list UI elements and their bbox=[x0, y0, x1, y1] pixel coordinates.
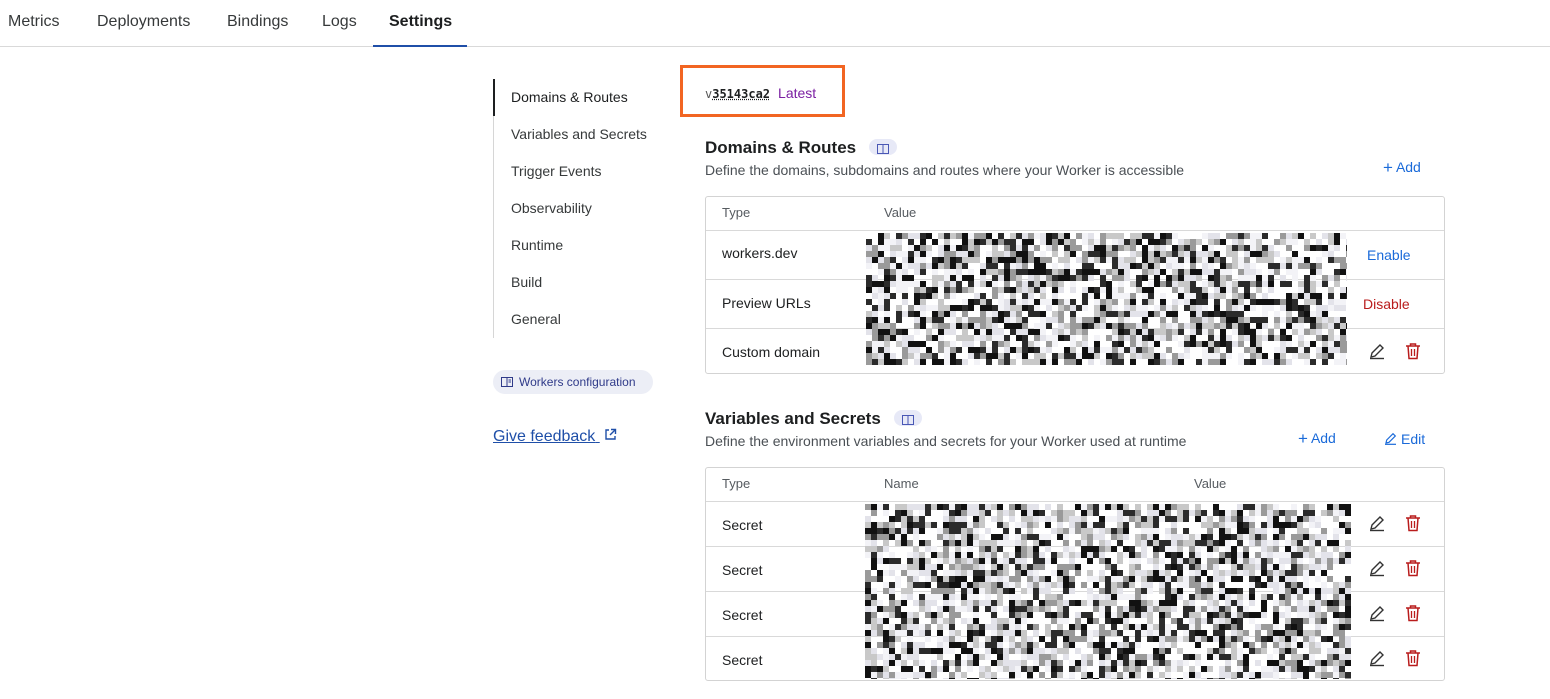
tab-metrics[interactable]: Metrics bbox=[8, 0, 60, 47]
pencil-icon[interactable] bbox=[1368, 649, 1388, 669]
domains-description: Define the domains, subdomains and route… bbox=[705, 162, 1185, 178]
column-header-type: Type bbox=[722, 476, 751, 491]
subnav-item-runtime[interactable]: Runtime bbox=[493, 227, 658, 264]
disable-button[interactable]: Disable bbox=[1363, 296, 1410, 312]
redacted-value bbox=[865, 504, 1351, 679]
docs-book-icon[interactable] bbox=[868, 138, 897, 155]
latest-badge: Latest bbox=[778, 85, 817, 101]
pencil-icon[interactable] bbox=[1368, 342, 1388, 362]
subnav-item-domains-routes[interactable]: Domains & Routes bbox=[493, 79, 658, 116]
row-type: workers.dev bbox=[722, 245, 798, 261]
add-variable-label: Add bbox=[1310, 430, 1336, 446]
column-header-value: Value bbox=[884, 205, 917, 220]
subnav-item-variables-secrets[interactable]: Variables and Secrets bbox=[493, 116, 658, 153]
workers-configuration-link[interactable]: Workers configuration bbox=[493, 370, 653, 394]
trash-icon[interactable] bbox=[1405, 514, 1425, 534]
edit-variables-label: Edit bbox=[1401, 431, 1426, 447]
row-type: Secret bbox=[722, 517, 763, 533]
book-icon bbox=[501, 371, 513, 395]
pencil-icon[interactable] bbox=[1368, 559, 1388, 579]
top-tabs: Metrics Deployments Bindings Logs Settin… bbox=[0, 0, 1550, 47]
pencil-icon bbox=[1384, 432, 1397, 448]
subnav-item-trigger-events[interactable]: Trigger Events bbox=[493, 153, 658, 190]
pencil-icon[interactable] bbox=[1368, 514, 1388, 534]
domains-table: Type Value workers.dev Enable Preview UR… bbox=[705, 196, 1445, 374]
edit-variables-button[interactable]: Edit bbox=[1384, 431, 1425, 448]
version-hash[interactable]: 35143ca2 bbox=[712, 87, 770, 101]
column-header-type: Type bbox=[722, 205, 751, 220]
column-header-name: Name bbox=[884, 476, 919, 491]
domains-section-title: Domains & Routes bbox=[705, 138, 897, 158]
trash-icon[interactable] bbox=[1405, 649, 1425, 669]
variables-table: Type Name Value Secret Secret Secret Sec… bbox=[705, 467, 1445, 681]
pencil-icon[interactable] bbox=[1368, 604, 1388, 624]
row-type: Custom domain bbox=[722, 344, 821, 360]
subnav-item-general[interactable]: General bbox=[493, 301, 658, 338]
variables-section-title: Variables and Secrets bbox=[705, 409, 922, 429]
plus-icon: + bbox=[1298, 429, 1308, 448]
row-type: Secret bbox=[722, 562, 763, 578]
tab-deployments[interactable]: Deployments bbox=[97, 0, 190, 47]
row-type: Secret bbox=[722, 607, 763, 623]
enable-button[interactable]: Enable bbox=[1367, 247, 1411, 263]
variables-title-text: Variables and Secrets bbox=[705, 409, 881, 428]
version-indicator: v35143ca2 Latest bbox=[705, 85, 816, 101]
tab-settings[interactable]: Settings bbox=[373, 0, 467, 47]
give-feedback-label: Give feedback bbox=[493, 428, 596, 445]
redacted-value bbox=[866, 233, 1347, 365]
subnav-item-observability[interactable]: Observability bbox=[493, 190, 658, 227]
external-link-icon bbox=[604, 428, 617, 446]
trash-icon[interactable] bbox=[1405, 559, 1425, 579]
add-domain-button[interactable]: + Add bbox=[1383, 158, 1421, 178]
workers-configuration-label: Workers configuration bbox=[519, 375, 636, 389]
give-feedback-link[interactable]: Give feedback bbox=[493, 428, 617, 446]
subnav-item-build[interactable]: Build bbox=[493, 264, 658, 301]
tab-logs[interactable]: Logs bbox=[322, 0, 357, 47]
row-type: Preview URLs bbox=[722, 295, 811, 311]
add-domain-label: Add bbox=[1395, 159, 1421, 175]
column-header-value: Value bbox=[1194, 476, 1227, 491]
plus-icon: + bbox=[1383, 158, 1393, 177]
domains-title-text: Domains & Routes bbox=[705, 138, 857, 157]
trash-icon[interactable] bbox=[1405, 342, 1425, 362]
variables-description: Define the environment variables and sec… bbox=[705, 433, 1187, 449]
trash-icon[interactable] bbox=[1405, 604, 1425, 624]
tab-bindings[interactable]: Bindings bbox=[227, 0, 288, 47]
row-type: Secret bbox=[722, 652, 763, 668]
docs-book-icon[interactable] bbox=[893, 409, 922, 426]
add-variable-button[interactable]: + Add bbox=[1298, 429, 1336, 449]
